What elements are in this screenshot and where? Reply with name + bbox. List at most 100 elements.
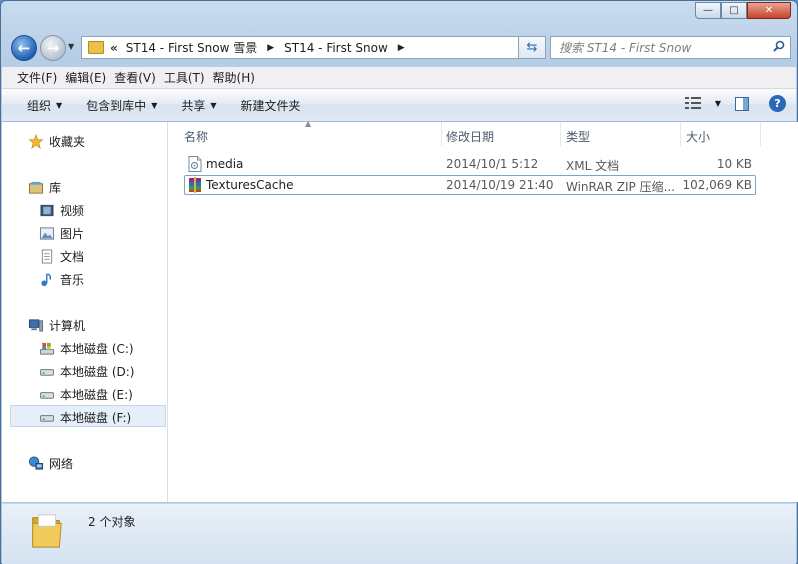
nav-drive-c[interactable]: 本地磁盘 (C:) [39, 339, 134, 357]
back-arrow-icon: ← [17, 39, 31, 57]
breadcrumb-item[interactable]: ST14 - First Snow [284, 41, 388, 55]
nav-libraries-label: 库 [49, 180, 62, 195]
file-name: media [206, 157, 244, 171]
xml-file-icon [188, 156, 202, 172]
dropdown-arrow-icon: ▼ [151, 100, 158, 110]
nav-network-label: 网络 [49, 456, 74, 471]
caption-buttons: — □ ✕ [695, 2, 791, 19]
file-row[interactable]: media 2014/10/1 5:12 XML 文档 10 KB [184, 154, 756, 174]
menu-help[interactable]: 帮助(H) [213, 69, 263, 86]
file-date: 2014/10/19 21:40 [446, 178, 554, 192]
column-divider[interactable] [441, 122, 442, 146]
nav-drive-e[interactable]: 本地磁盘 (E:) [39, 385, 133, 403]
nav-favorites-label: 收藏夹 [49, 134, 86, 149]
dropdown-arrow-icon: ▼ [210, 100, 217, 110]
file-type: WinRAR ZIP 压缩... [566, 180, 676, 194]
column-divider[interactable] [760, 122, 761, 146]
file-date: 2014/10/1 5:12 [446, 157, 539, 171]
nav-libraries[interactable]: 库 [28, 178, 61, 196]
file-name: TexturesCache [206, 178, 294, 192]
drive-icon [39, 391, 55, 399]
address-bar[interactable]: « ST14 - First Snow 雪景 ▶ ST14 - First Sn… [81, 36, 541, 59]
search-icon[interactable] [773, 40, 785, 56]
recent-pages-dropdown[interactable]: ▼ [68, 42, 74, 51]
menu-bar: 文件(F) 编辑(E) 查看(V) 工具(T) 帮助(H) [2, 67, 796, 89]
preview-pane-icon[interactable] [735, 96, 749, 111]
search-input[interactable] [557, 39, 771, 56]
minimize-button[interactable]: — [695, 2, 721, 19]
picture-icon [39, 226, 55, 240]
file-size: 10 KB [716, 157, 752, 171]
view-dropdown-icon[interactable]: ▼ [715, 99, 721, 108]
column-divider[interactable] [560, 122, 561, 146]
column-header: ▲ 名称 修改日期 类型 大小 [168, 119, 798, 146]
details-pane: 2 个对象 [2, 503, 796, 564]
dropdown-arrow-icon: ▼ [56, 100, 63, 110]
drive-icon [39, 414, 55, 422]
menu-file[interactable]: 文件(F) [2, 69, 65, 86]
folder-icon [32, 514, 62, 548]
folder-icon [88, 41, 104, 54]
organize-label: 组织 [27, 98, 52, 113]
menu-tools[interactable]: 工具(T) [164, 69, 213, 86]
nav-computer-label: 计算机 [49, 318, 86, 333]
organize-button[interactable]: 组织 ▼ [27, 97, 62, 114]
nav-music-label: 音乐 [60, 272, 85, 287]
star-icon [28, 133, 44, 149]
forward-button[interactable]: → [40, 35, 66, 61]
maximize-button[interactable]: □ [721, 2, 747, 19]
help-icon[interactable]: ? [769, 95, 786, 112]
item-count: 2 个对象 [88, 515, 136, 529]
column-divider[interactable] [680, 122, 681, 146]
nav-music[interactable]: 音乐 [39, 270, 84, 288]
nav-drive-label: 本地磁盘 (D:) [60, 364, 135, 379]
nav-documents-label: 文档 [60, 249, 85, 264]
nav-computer[interactable]: 计算机 [28, 316, 85, 334]
view-options-icon[interactable] [684, 96, 703, 111]
new-folder-label: 新建文件夹 [240, 98, 301, 113]
column-date[interactable]: 修改日期 [446, 128, 494, 145]
close-button[interactable]: ✕ [747, 2, 791, 19]
file-list: ▲ 名称 修改日期 类型 大小 media 2014/10/1 5:12 XML… [168, 119, 798, 502]
share-label: 共享 [181, 98, 206, 113]
file-size: 102,069 KB [682, 178, 752, 192]
column-size[interactable]: 大小 [686, 128, 710, 145]
system-drive-icon [39, 342, 55, 355]
drive-icon [39, 368, 55, 376]
nav-favorites[interactable]: 收藏夹 [28, 132, 85, 150]
nav-documents[interactable]: 文档 [39, 247, 84, 265]
refresh-icon: ⇆ [526, 40, 538, 55]
file-type: XML 文档 [566, 159, 620, 173]
address-overflow-chevron[interactable]: « [110, 41, 118, 55]
column-name[interactable]: 名称 [184, 128, 208, 145]
library-icon [28, 181, 44, 194]
nav-network[interactable]: 网络 [28, 454, 73, 472]
nav-drive-f[interactable]: 本地磁盘 (F:) [39, 408, 131, 426]
nav-drive-label: 本地磁盘 (F:) [60, 410, 132, 425]
include-library-label: 包含到库中 [86, 98, 147, 113]
share-button[interactable]: 共享 ▼ [181, 97, 216, 114]
breadcrumb-separator-icon[interactable]: ▶ [267, 43, 274, 53]
search-box[interactable] [550, 36, 791, 59]
command-bar: 组织 ▼ 包含到库中 ▼ 共享 ▼ 新建文件夹 ▼ ? [2, 89, 796, 122]
breadcrumb-separator-icon[interactable]: ▶ [398, 43, 405, 53]
nav-pictures-label: 图片 [60, 226, 85, 241]
explorer-window: — □ ✕ ← → ▼ « ST14 - First Snow 雪景 ▶ ST1… [0, 0, 798, 564]
video-icon [40, 204, 54, 216]
sort-ascending-icon: ▲ [305, 119, 312, 128]
nav-drive-d[interactable]: 本地磁盘 (D:) [39, 362, 134, 380]
nav-drive-label: 本地磁盘 (E:) [60, 387, 133, 402]
nav-pictures[interactable]: 图片 [39, 224, 84, 242]
music-icon [41, 272, 52, 286]
nav-videos[interactable]: 视频 [39, 201, 84, 219]
new-folder-button[interactable]: 新建文件夹 [241, 97, 301, 114]
menu-edit[interactable]: 编辑(E) [65, 69, 114, 86]
column-type[interactable]: 类型 [566, 128, 590, 145]
file-row-selected[interactable]: TexturesCache 2014/10/19 21:40 WinRAR ZI… [184, 175, 756, 195]
document-icon [41, 248, 53, 264]
refresh-button[interactable]: ⇆ [518, 36, 546, 59]
include-in-library-button[interactable]: 包含到库中 ▼ [86, 97, 157, 114]
breadcrumb-item[interactable]: ST14 - First Snow 雪景 [126, 39, 257, 56]
menu-view[interactable]: 查看(V) [114, 69, 164, 86]
back-button[interactable]: ← [11, 35, 37, 61]
